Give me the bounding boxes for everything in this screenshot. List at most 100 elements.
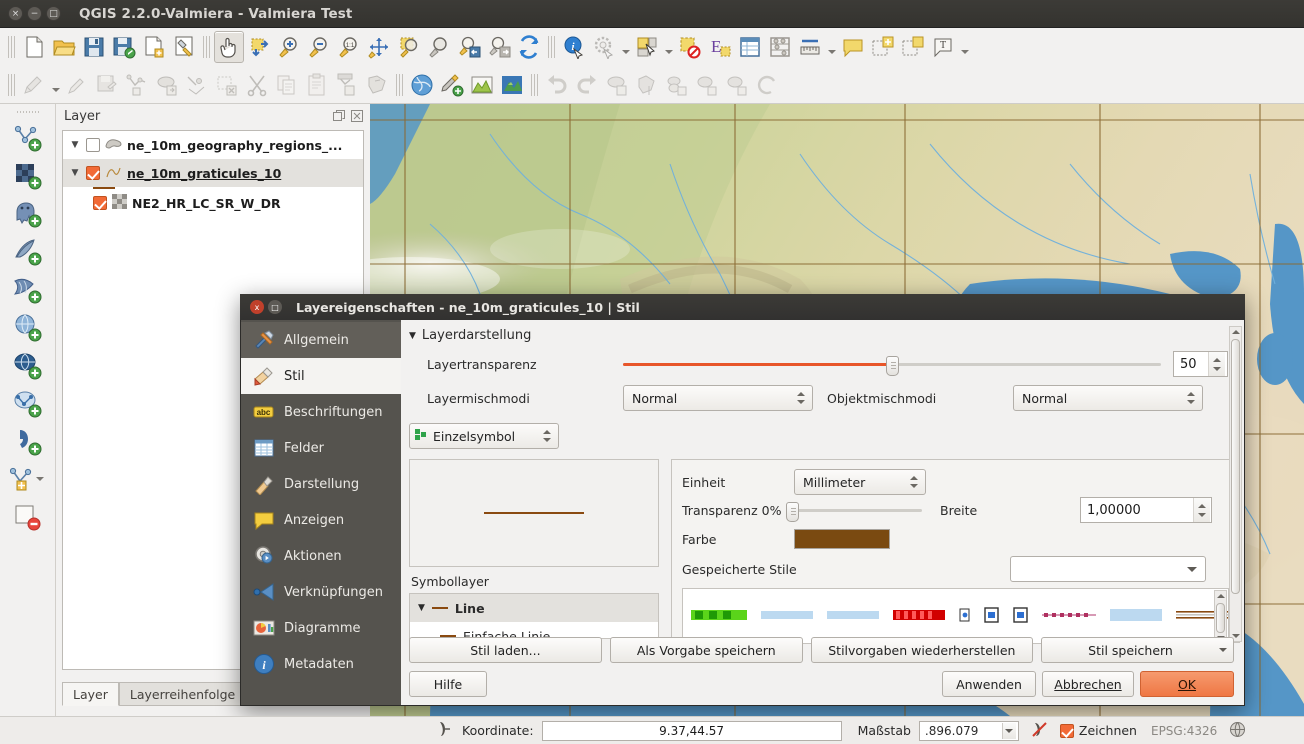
- renderer-type-combobox[interactable]: Einzelsymbol: [409, 423, 559, 449]
- toolbar-grip[interactable]: [8, 74, 15, 96]
- chevron-down-icon[interactable]: [619, 31, 632, 63]
- tab-layer-order[interactable]: Layerreihenfolge: [119, 682, 246, 706]
- unit-combobox[interactable]: Millimeter: [794, 469, 926, 495]
- chevron-down-icon[interactable]: [1002, 723, 1016, 739]
- style-swatch-light-blue-band-2[interactable]: [827, 609, 879, 624]
- style-swatch-blue-marker-1[interactable]: [959, 608, 970, 625]
- add-postgis-layer-icon[interactable]: [5, 195, 51, 233]
- add-wfs-layer-icon[interactable]: [5, 385, 51, 423]
- collapse-toggle-icon[interactable]: ▼: [409, 331, 416, 341]
- identify-features-icon[interactable]: i: [559, 31, 589, 63]
- stop-render-icon[interactable]: [1031, 721, 1048, 741]
- swatch-list-scrollbar[interactable]: [1214, 590, 1227, 644]
- layer-row-geography-regions[interactable]: ▼ ne_10m_geography_regions_...: [63, 131, 363, 159]
- pan-to-selection-icon[interactable]: [244, 31, 274, 63]
- split-features-icon[interactable]: [632, 69, 662, 101]
- merge-features-icon[interactable]: [662, 69, 692, 101]
- chevron-down-icon[interactable]: [1187, 567, 1197, 572]
- node-tool-icon[interactable]: [182, 69, 212, 101]
- toolbar-grip[interactable]: [8, 36, 15, 58]
- text-annotation-icon[interactable]: T: [928, 31, 958, 63]
- new-project-icon[interactable]: [19, 31, 49, 63]
- symbol-layer-tree[interactable]: ▼ Line Einfache Linie: [409, 593, 659, 639]
- sidebar-item-allgemein[interactable]: Allgemein: [241, 322, 401, 358]
- cancel-button[interactable]: Abbrechen: [1042, 671, 1134, 697]
- spin-arrows[interactable]: [543, 430, 554, 442]
- toolbar-grip[interactable]: [17, 107, 39, 117]
- rotate-feature-icon[interactable]: [602, 69, 632, 101]
- composer-manager-icon[interactable]: [169, 31, 199, 63]
- slider-handle[interactable]: [886, 356, 899, 376]
- sidebar-item-darstellung[interactable]: Darstellung: [241, 466, 401, 502]
- add-wms-layer-icon[interactable]: [5, 309, 51, 347]
- plugin-manager-icon[interactable]: [407, 69, 437, 101]
- map-tips-icon[interactable]: [838, 31, 868, 63]
- sidebar-item-verknuepfungen[interactable]: Verknüpfungen: [241, 574, 401, 610]
- refresh-icon[interactable]: [514, 31, 544, 63]
- chevron-down-icon[interactable]: [49, 69, 62, 101]
- scroll-up-arrow-icon[interactable]: [1232, 330, 1240, 334]
- save-style-dropdown-button[interactable]: Stil speichern: [1041, 637, 1234, 663]
- style-swatch-blue-marker-3[interactable]: [1013, 607, 1028, 626]
- crs-globe-icon[interactable]: [1229, 721, 1246, 741]
- spin-arrows[interactable]: [1193, 498, 1210, 522]
- add-wcs-layer-icon[interactable]: [5, 347, 51, 385]
- toggle-editing-icon[interactable]: [19, 69, 49, 101]
- style-swatch-light-blue-band[interactable]: [761, 609, 813, 624]
- spin-arrows[interactable]: [797, 392, 808, 404]
- zoom-last-icon[interactable]: [454, 31, 484, 63]
- layer-transparency-input[interactable]: [1174, 352, 1208, 376]
- histogram-icon[interactable]: [467, 69, 497, 101]
- dialog-close-button[interactable]: x: [250, 300, 264, 314]
- zoom-in-icon[interactable]: [274, 31, 304, 63]
- expand-toggle-icon[interactable]: ▼: [69, 140, 81, 150]
- cut-features-icon[interactable]: [242, 69, 272, 101]
- circular-string-icon[interactable]: [752, 69, 782, 101]
- run-feature-action-icon[interactable]: [589, 31, 619, 63]
- sidebar-item-metadaten[interactable]: i Metadaten: [241, 646, 401, 682]
- ok-button[interactable]: OK: [1140, 671, 1234, 697]
- layer-visibility-checkbox[interactable]: [86, 166, 100, 180]
- save-as-default-button[interactable]: Als Vorgabe speichern: [610, 637, 803, 663]
- save-project-as-icon[interactable]: [109, 31, 139, 63]
- tab-layer[interactable]: Layer: [62, 682, 119, 706]
- delete-selected-icon[interactable]: [212, 69, 242, 101]
- toolbar-grip[interactable]: [548, 36, 555, 58]
- sidebar-item-diagramme[interactable]: Diagramme: [241, 610, 401, 646]
- new-bookmark-icon[interactable]: [868, 31, 898, 63]
- layer-transparency-spinbox[interactable]: [1173, 351, 1228, 377]
- window-maximize-button[interactable]: □: [46, 6, 61, 21]
- open-attribute-table-icon[interactable]: [735, 31, 765, 63]
- open-project-icon[interactable]: [49, 31, 79, 63]
- undo-icon[interactable]: [542, 69, 572, 101]
- toolbar-grip[interactable]: [531, 74, 538, 96]
- pan-map-icon[interactable]: [214, 31, 244, 63]
- scrollbar-thumb[interactable]: [1216, 603, 1225, 633]
- add-raster-layer-icon[interactable]: [5, 157, 51, 195]
- zoom-out-icon[interactable]: [304, 31, 334, 63]
- render-checkbox-box[interactable]: [1060, 724, 1074, 738]
- restore-default-style-button[interactable]: Stilvorgaben wiederherstellen: [811, 637, 1033, 663]
- scrollbar-thumb[interactable]: [1231, 339, 1240, 594]
- render-checkbox[interactable]: Zeichnen: [1060, 723, 1137, 738]
- select-by-expression-icon[interactable]: Ε: [705, 31, 735, 63]
- layer-blend-combobox[interactable]: Normal: [623, 385, 813, 411]
- zoom-full-icon[interactable]: [364, 31, 394, 63]
- scroll-up-arrow-icon[interactable]: [1217, 594, 1225, 598]
- spin-arrows[interactable]: [1187, 392, 1198, 404]
- save-layer-edits-icon[interactable]: [92, 69, 122, 101]
- toolbar-grip[interactable]: [396, 74, 403, 96]
- spin-arrows[interactable]: [910, 476, 921, 488]
- style-swatch-green-dashed[interactable]: [691, 609, 747, 624]
- add-vector-layer-icon[interactable]: [5, 119, 51, 157]
- measure-line-icon[interactable]: [795, 31, 825, 63]
- layer-visibility-checkbox[interactable]: [86, 138, 100, 152]
- add-feature-icon[interactable]: [122, 69, 152, 101]
- zoom-next-icon[interactable]: [484, 31, 514, 63]
- current-edits-icon[interactable]: [62, 69, 92, 101]
- select-features-icon[interactable]: [632, 31, 662, 63]
- style-swatch-pink-dotted[interactable]: [1042, 609, 1096, 623]
- new-shapefile-layer-icon[interactable]: [5, 461, 51, 499]
- redo-icon[interactable]: [572, 69, 602, 101]
- layer-rendering-section-header[interactable]: ▼ Layerdarstellung: [409, 328, 1240, 343]
